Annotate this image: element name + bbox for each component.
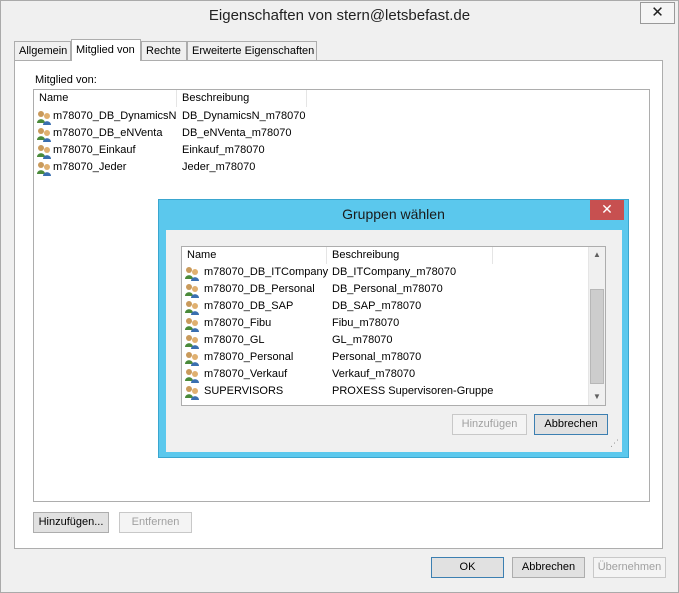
cancel-button[interactable]: Abbrechen	[512, 557, 585, 578]
group-icon	[185, 352, 199, 366]
row-description: GL_m78070	[332, 334, 393, 346]
group-icon	[185, 267, 199, 281]
list-item[interactable]: m78070_Verkauf Verkauf_m78070	[182, 367, 588, 384]
row-description: DB_DynamicsN_m78070	[182, 110, 306, 122]
apply-button[interactable]: Übernehmen	[593, 557, 666, 578]
dialog-title: Gruppen wählen	[342, 206, 445, 222]
group-icon	[185, 301, 199, 315]
group-icon	[185, 335, 199, 349]
column-header-description[interactable]: Beschreibung	[327, 247, 493, 264]
list-item[interactable]: m78070_Einkauf Einkauf_m78070	[34, 143, 649, 160]
column-header-name[interactable]: Name	[182, 247, 327, 264]
member-of-label: Mitglied von:	[35, 74, 97, 86]
group-icon	[185, 318, 199, 332]
list-item[interactable]: m78070_DB_SAP DB_SAP_m78070	[182, 299, 588, 316]
group-icon	[37, 111, 51, 125]
tab-mitglied-von[interactable]: Mitglied von	[71, 39, 141, 61]
list-item[interactable]: SUPERVISORS PROXESS Supervisoren-Gruppe	[182, 384, 588, 401]
group-icon	[185, 386, 199, 400]
row-name: m78070_DB_DynamicsN	[53, 110, 177, 122]
close-button[interactable]: ✕	[640, 2, 675, 24]
title-bar: Eigenschaften von stern@letsbefast.de ✕	[1, 1, 678, 31]
list-item[interactable]: m78070_DB_eNVenta DB_eNVenta_m78070	[34, 126, 649, 143]
list-item[interactable]: m78070_DB_DynamicsN DB_DynamicsN_m78070	[34, 109, 649, 126]
row-name: m78070_DB_eNVenta	[53, 127, 163, 139]
column-header-description[interactable]: Beschreibung	[177, 90, 307, 107]
row-description: PROXESS Supervisoren-Gruppe	[332, 385, 494, 397]
tab-allgemein[interactable]: Allgemein	[14, 41, 71, 60]
list-item[interactable]: m78070_Personal Personal_m78070	[182, 350, 588, 367]
group-icon	[37, 128, 51, 142]
row-description: DB_ITCompany_m78070	[332, 266, 457, 278]
scroll-thumb[interactable]	[590, 289, 604, 384]
window-title: Eigenschaften von stern@letsbefast.de	[208, 7, 471, 24]
group-list[interactable]: Name Beschreibung m78070_DB_ITCompany DB…	[181, 246, 606, 406]
group-icon	[37, 162, 51, 176]
list-item[interactable]: m78070_Jeder Jeder_m78070	[34, 160, 649, 177]
tab-erweiterte-eigenschaften[interactable]: Erweiterte Eigenschaften	[187, 41, 317, 60]
row-name: m78070_DB_SAP	[204, 300, 294, 312]
dialog-close-button[interactable]: ✕	[590, 200, 624, 220]
row-name: SUPERVISORS	[204, 385, 284, 397]
row-description: Jeder_m78070	[182, 161, 256, 173]
row-name: m78070_DB_Personal	[204, 283, 315, 295]
dialog-body: Name Beschreibung m78070_DB_ITCompany DB…	[166, 230, 622, 452]
ok-button[interactable]: OK	[431, 557, 504, 578]
group-select-dialog: Gruppen wählen ✕ Name Beschreibung m7807…	[158, 199, 629, 458]
row-name: m78070_Einkauf	[53, 144, 136, 156]
list-item[interactable]: m78070_DB_Personal DB_Personal_m78070	[182, 282, 588, 299]
row-name: m78070_GL	[204, 334, 265, 346]
row-description: DB_Personal_m78070	[332, 283, 443, 295]
dialog-add-button[interactable]: Hinzufügen	[452, 414, 527, 435]
scroll-down-arrow-icon[interactable]: ▼	[589, 389, 605, 405]
row-description: Personal_m78070	[332, 351, 422, 363]
tab-rechte[interactable]: Rechte	[141, 41, 187, 60]
row-name: m78070_DB_ITCompany	[204, 266, 329, 278]
add-member-button[interactable]: Hinzufügen...	[33, 512, 109, 533]
row-name: m78070_Verkauf	[204, 368, 288, 380]
group-icon	[185, 369, 199, 383]
remove-member-button[interactable]: Entfernen	[119, 512, 192, 533]
scroll-up-arrow-icon[interactable]: ▲	[589, 247, 605, 263]
row-description: DB_SAP_m78070	[332, 300, 422, 312]
row-name: m78070_Fibu	[204, 317, 272, 329]
list-item[interactable]: m78070_Fibu Fibu_m78070	[182, 316, 588, 333]
dialog-cancel-button[interactable]: Abbrechen	[534, 414, 608, 435]
vertical-scrollbar[interactable]: ▲ ▼	[588, 247, 605, 405]
resize-grip-icon[interactable]: ⋰	[610, 438, 619, 449]
row-description: Verkauf_m78070	[332, 368, 416, 380]
list-item[interactable]: m78070_DB_ITCompany DB_ITCompany_m78070	[182, 265, 588, 282]
row-description: DB_eNVenta_m78070	[182, 127, 292, 139]
list-item[interactable]: m78070_GL GL_m78070	[182, 333, 588, 350]
row-description: Einkauf_m78070	[182, 144, 265, 156]
group-icon	[37, 145, 51, 159]
row-description: Fibu_m78070	[332, 317, 400, 329]
row-name: m78070_Jeder	[53, 161, 127, 173]
group-icon	[185, 284, 199, 298]
column-header-name[interactable]: Name	[34, 90, 177, 107]
row-name: m78070_Personal	[204, 351, 294, 363]
